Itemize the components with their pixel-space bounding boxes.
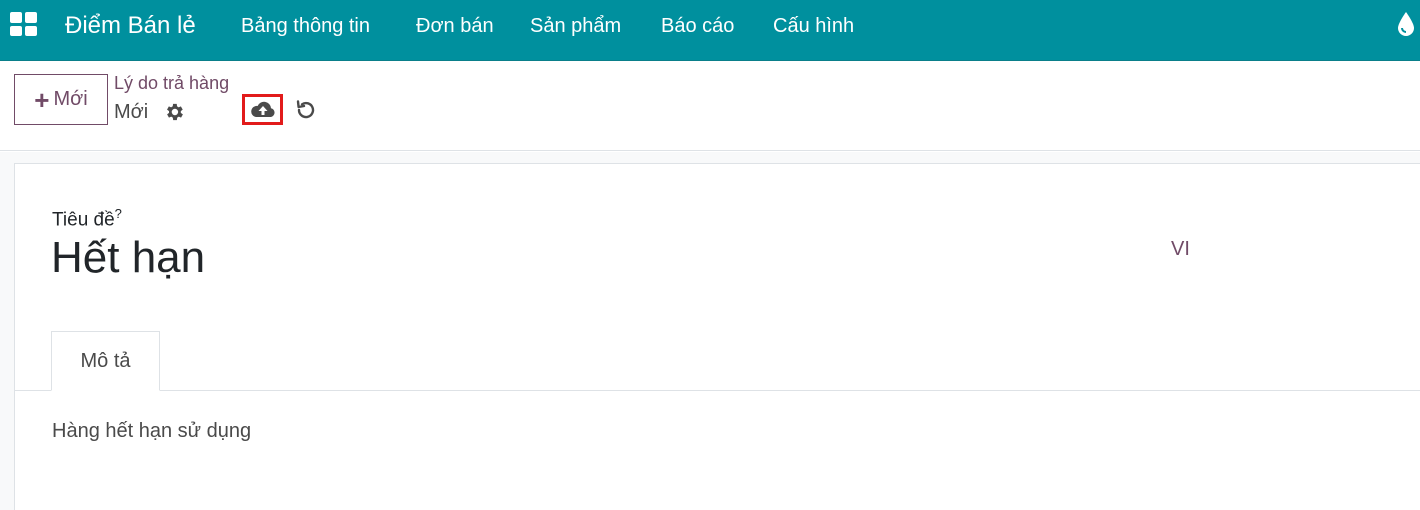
apps-menu-icon[interactable] xyxy=(10,12,38,36)
control-panel: + Mới Lý do trả hàng Mới xyxy=(0,61,1420,151)
help-tooltip-icon[interactable]: ? xyxy=(115,206,122,221)
top-navbar: Điểm Bán lẻ Bảng thông tin Đơn bán Sản p… xyxy=(0,0,1420,61)
cloud-upload-icon xyxy=(250,101,275,117)
app-brand[interactable]: Điểm Bán lẻ xyxy=(65,12,196,40)
discard-icon[interactable] xyxy=(294,98,318,122)
menu-item-configuration[interactable]: Cấu hình xyxy=(773,15,854,38)
menu-item-reporting[interactable]: Báo cáo xyxy=(661,15,734,38)
breadcrumb-parent[interactable]: Lý do trả hàng xyxy=(114,73,229,94)
title-label-text: Tiêu đề xyxy=(52,209,115,231)
new-button-label: Mới xyxy=(53,88,88,110)
form-sheet: Tiêu đề? Hết hạn VI Mô tả Hàng hết hạn s… xyxy=(14,163,1420,510)
tabs-divider xyxy=(15,390,1420,391)
menu-item-products[interactable]: Sản phẩm xyxy=(530,15,621,38)
title-field-label: Tiêu đề? xyxy=(52,206,122,231)
new-button[interactable]: + Mới xyxy=(14,74,108,125)
menu-item-orders[interactable]: Đơn bán xyxy=(416,15,494,38)
plus-icon: + xyxy=(34,84,50,115)
title-input[interactable]: Hết hạn xyxy=(51,233,205,283)
save-button[interactable] xyxy=(242,94,283,125)
menu-item-dashboard[interactable]: Bảng thông tin xyxy=(241,15,370,38)
language-button[interactable]: VI xyxy=(1171,238,1190,261)
tab-description[interactable]: Mô tả xyxy=(51,331,160,391)
gear-icon[interactable] xyxy=(163,101,185,123)
description-field[interactable]: Hàng hết hạn sử dụng xyxy=(52,420,251,443)
record-name: Mới xyxy=(114,101,149,123)
water-drop-icon[interactable] xyxy=(1396,10,1416,38)
